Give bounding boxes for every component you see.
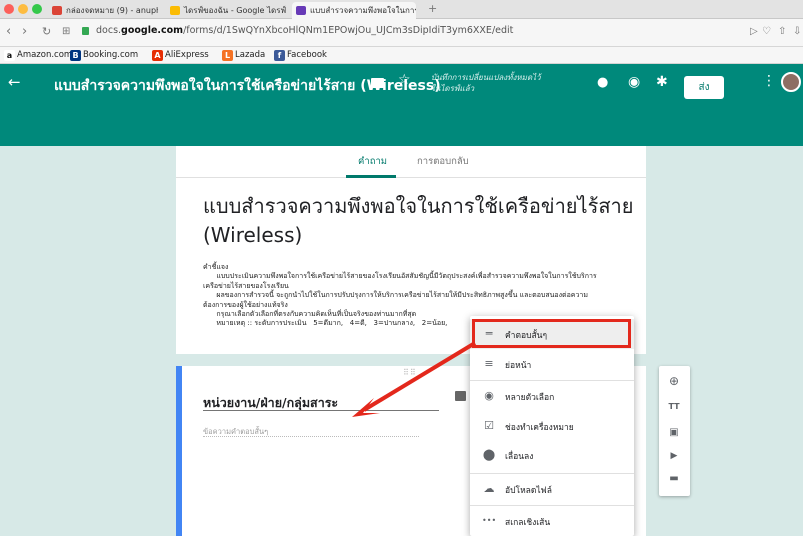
cloud-upload-icon: ☁	[483, 482, 495, 495]
menu-item-linear-scale[interactable]: ••• สเกลเชิงเส้น	[470, 506, 634, 536]
forms-header: ← แบบสำรวจความพึงพอใจในการใช้เครือข่ายไร…	[0, 64, 803, 146]
browser-tab-gmail[interactable]: กล่องจดหมาย (9) - anuphan79	[48, 2, 158, 19]
lock-icon	[82, 27, 89, 35]
amazon-icon: a	[4, 50, 15, 61]
add-title-icon[interactable]: TT	[668, 401, 680, 413]
apps-grid-icon[interactable]: ⊞	[62, 24, 70, 40]
radio-icon: ◉	[484, 389, 494, 402]
new-tab-icon[interactable]: +	[428, 2, 437, 15]
send-button[interactable]: ส่ง	[684, 76, 724, 99]
editor-tabs: คำถาม การตอบกลับ	[176, 146, 646, 178]
aliexpress-icon: A	[152, 50, 163, 61]
tab-questions[interactable]: คำถาม	[358, 154, 387, 169]
description-line: เครือข่ายไร้สายของโรงเรียน	[203, 281, 289, 290]
linear-scale-icon: •••	[482, 516, 497, 525]
menu-item-label: ย่อหน้า	[505, 361, 532, 371]
lazada-icon: L	[222, 50, 233, 61]
folder-icon[interactable]	[371, 78, 384, 88]
bookmark-label: Amazon.com	[17, 50, 73, 60]
menu-item-label: ช่องทำเครื่องหมาย	[505, 423, 574, 433]
annotation-arrow	[352, 341, 477, 417]
tab-label: กล่องจดหมาย (9) - anuphan79	[66, 6, 158, 15]
bookmark-facebook[interactable]: f Facebook	[274, 49, 327, 62]
menu-item-paragraph[interactable]: ≡ ย่อหน้า	[470, 349, 634, 379]
gmail-icon	[52, 6, 62, 15]
tab-responses[interactable]: การตอบกลับ	[417, 154, 469, 169]
bookmark-label: Facebook	[287, 50, 327, 60]
bookmark-amazon[interactable]: a Amazon.com	[4, 49, 72, 62]
bookmark-label: Lazada	[235, 50, 266, 60]
facebook-icon: f	[274, 50, 285, 61]
add-section-icon[interactable]: ▬	[668, 473, 680, 485]
bookmarks-bar: a Amazon.com B Booking.com A AliExpress L La…	[0, 47, 803, 64]
browser-tab-bar: กล่องจดหมาย (9) - anuphan79 ไดรฟ์ของฉัน …	[0, 0, 803, 19]
url-field[interactable]: docs.google.com/forms/d/1SwQYnXbcoHlQNm1…	[96, 25, 513, 36]
floating-toolbar: ⊕ TT ▣ ▶ ▬	[659, 366, 690, 496]
booking-icon: B	[70, 50, 81, 61]
menu-item-file-upload[interactable]: ☁ อัปโหลดไฟล์	[470, 474, 634, 504]
avatar[interactable]	[781, 72, 801, 92]
question-type-menu: ═ คำตอบสั้นๆ ≡ ย่อหน้า ◉ หลายตัวเลือก ☑ …	[470, 316, 634, 536]
bookmark-star-icon[interactable]: ♡	[762, 24, 771, 40]
browser-tab-drive[interactable]: ไดรฟ์ของฉัน - Google ไดรฟ์	[166, 2, 286, 19]
forward-icon[interactable]: ›	[22, 24, 27, 40]
add-question-icon[interactable]: ⊕	[668, 375, 680, 387]
url-path: /forms/d/1SwQYnXbcoHlQNm1EPOwjOu_UJCm3sD…	[183, 25, 514, 36]
palette-icon[interactable]: ●	[597, 75, 608, 90]
star-icon[interactable]: ☆	[398, 72, 411, 88]
maximize-window-icon[interactable]	[32, 4, 42, 14]
url-prefix: docs.	[96, 25, 122, 36]
menu-item-dropdown[interactable]: ⬤ เลื่อนลง	[470, 440, 634, 470]
bookmark-label: Booking.com	[83, 50, 139, 60]
menu-item-label: เลื่อนลง	[505, 452, 534, 462]
annotation-highlight-box	[472, 319, 631, 348]
browser-tab-forms[interactable]: แบบสำรวจความพึงพอใจในการใ	[292, 2, 416, 19]
description-line: ต้องการของผู้ใช้อย่างแท้จริง	[203, 300, 288, 309]
description-line: ผลของการสำรวจนี้ จะถูกนำไปใช้ในการปรับปร…	[203, 291, 588, 300]
menu-item-label: หลายตัวเลือก	[505, 393, 555, 403]
save-status-line2: ในไดรฟ์แล้ว	[431, 84, 475, 93]
menu-item-label: สเกลเชิงเส้น	[505, 518, 551, 528]
tab-label: แบบสำรวจความพึงพอใจในการใ	[310, 6, 416, 15]
menu-item-label: อัปโหลดไฟล์	[505, 486, 552, 496]
paragraph-icon: ≡	[484, 357, 494, 370]
description-line: คำชี้แจง	[203, 263, 229, 271]
address-bar-row: ‹ › ↻ ⊞ docs.google.com/forms/d/1SwQYnXb…	[0, 19, 803, 47]
add-video-icon[interactable]: ▶	[668, 450, 680, 462]
description-line: แบบประเมินความพึงพอใจการใช้เครือข่ายไร้ส…	[203, 272, 597, 281]
menu-item-checkboxes[interactable]: ☑ ช่องทำเครื่องหมาย	[470, 411, 634, 441]
bookmark-booking[interactable]: B Booking.com	[70, 49, 138, 62]
dropdown-icon: ⬤	[482, 448, 496, 461]
back-arrow-icon[interactable]: ←	[8, 73, 21, 91]
settings-gear-icon[interactable]: ✱	[656, 74, 668, 90]
checkbox-icon: ☑	[484, 419, 494, 432]
preview-eye-icon[interactable]: ◉	[628, 74, 640, 90]
menu-item-multiple-choice[interactable]: ◉ หลายตัวเลือก	[470, 381, 634, 411]
url-domain: google.com	[121, 25, 184, 36]
forms-icon	[296, 6, 306, 15]
back-icon[interactable]: ‹	[6, 24, 11, 40]
drive-icon	[170, 6, 180, 15]
bookmark-aliexpress[interactable]: A AliExpress	[152, 49, 209, 62]
save-status: บันทึกการเปลี่ยนแปลงทั้งหมดไว้ ในไดรฟ์แล…	[431, 72, 541, 94]
upload-icon[interactable]: ⇧	[778, 24, 786, 40]
reload-icon[interactable]: ↻	[42, 24, 51, 40]
share-icon[interactable]: ▷	[750, 24, 758, 40]
tab-label: ไดรฟ์ของฉัน - Google ไดรฟ์	[184, 6, 286, 15]
answer-dotted-line	[203, 436, 419, 437]
close-window-icon[interactable]	[4, 4, 14, 14]
form-title[interactable]: แบบสำรวจความพึงพอใจในการใช้เครือข่ายไร้ส…	[203, 192, 643, 250]
more-vert-icon[interactable]: ⋮	[762, 73, 776, 89]
add-image-icon[interactable]: ▣	[668, 427, 680, 439]
save-status-line1: บันทึกการเปลี่ยนแปลงทั้งหมดไว้	[431, 73, 541, 82]
bookmark-label: AliExpress	[165, 50, 209, 60]
bookmark-lazada[interactable]: L Lazada	[222, 49, 265, 62]
minimize-window-icon[interactable]	[18, 4, 28, 14]
extension-icon[interactable]: ⇩	[793, 24, 801, 40]
